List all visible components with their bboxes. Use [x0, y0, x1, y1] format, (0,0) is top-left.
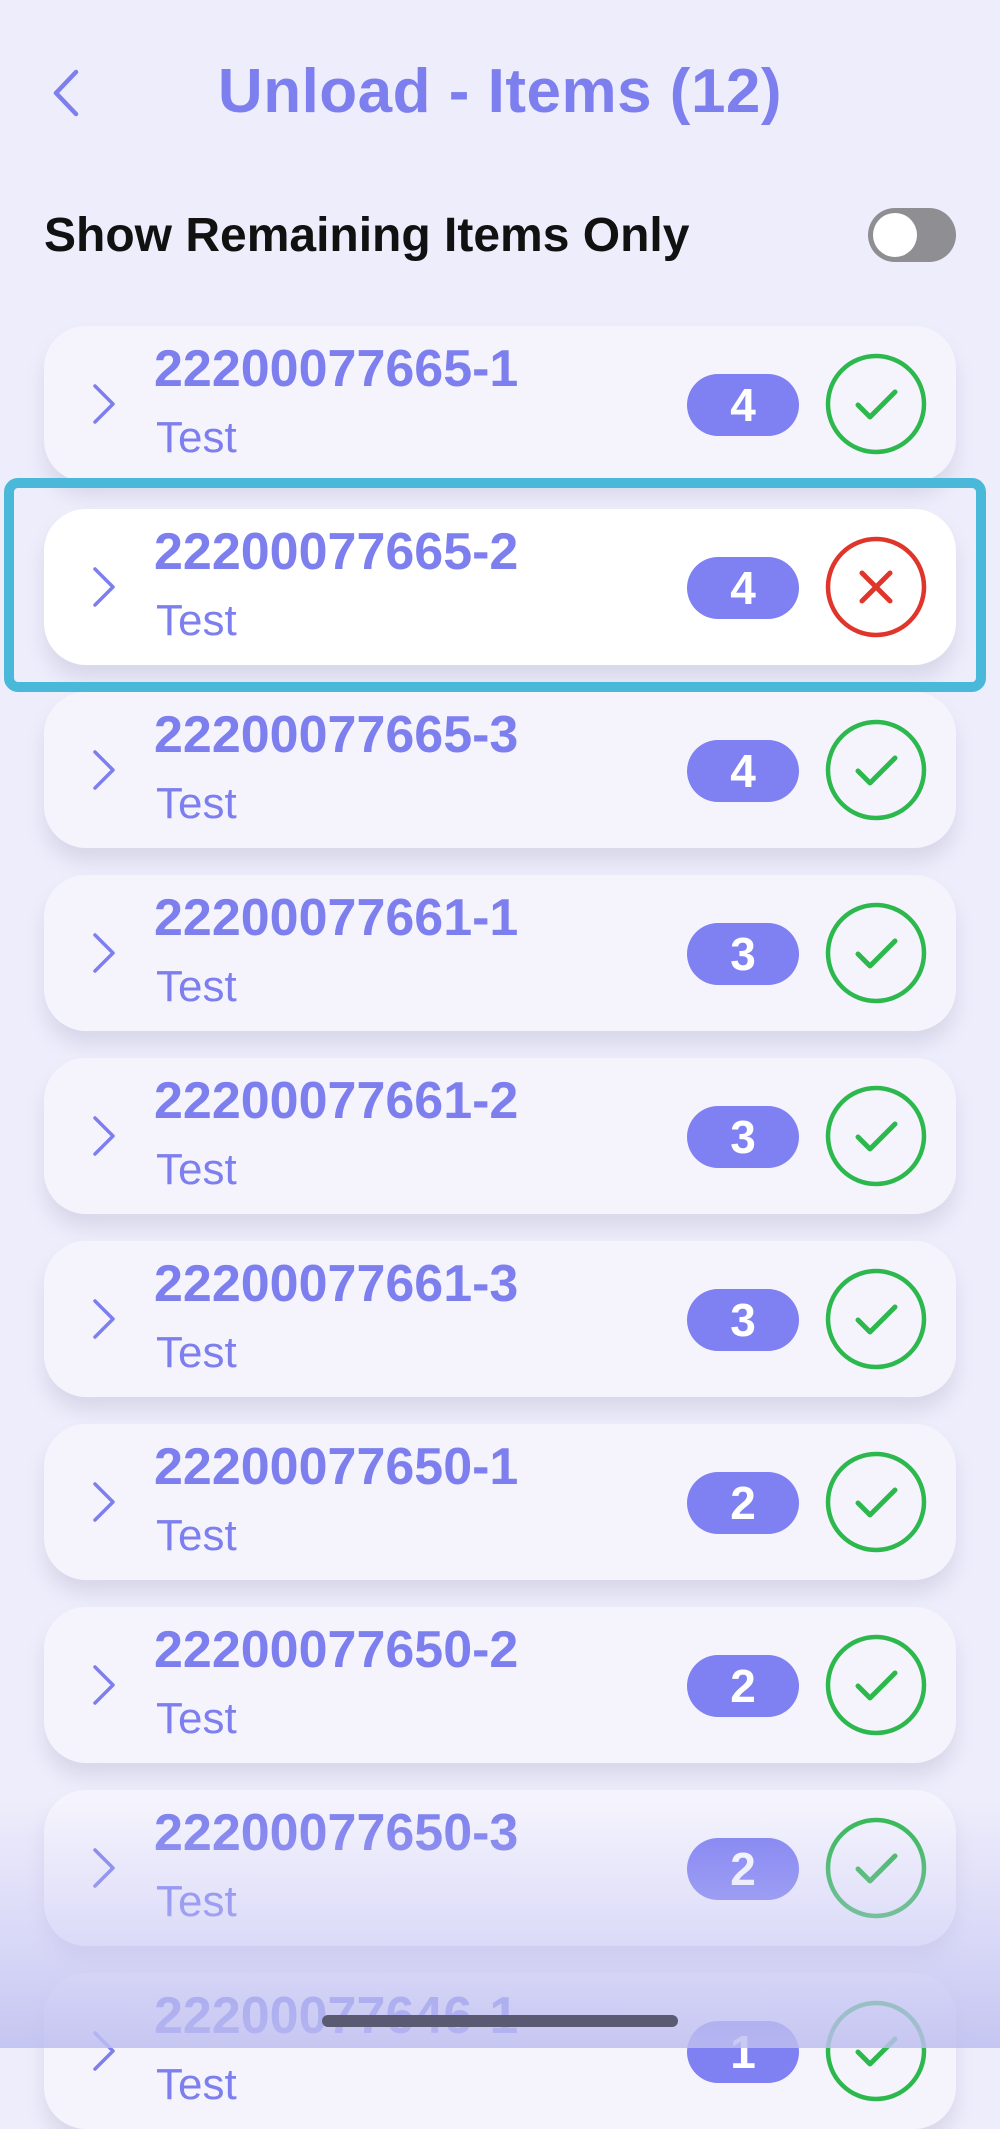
chevron-right-icon[interactable]	[84, 1838, 124, 1898]
list-item[interactable]: 22200077665-3 Test 4	[44, 692, 956, 848]
chevron-right-icon[interactable]	[84, 1289, 124, 1349]
item-id: 22200077650-2	[154, 1621, 519, 1679]
chevron-right-icon[interactable]	[84, 1106, 124, 1166]
item-subtitle: Test	[156, 1328, 237, 1377]
check-circle-icon[interactable]	[824, 718, 928, 822]
count-badge: 2	[687, 1838, 799, 1900]
chevron-right-icon[interactable]	[84, 740, 124, 800]
count-badge: 4	[687, 740, 799, 802]
item-subtitle: Test	[156, 962, 237, 1011]
item-subtitle: Test	[156, 2060, 237, 2109]
check-circle-icon[interactable]	[824, 1816, 928, 1920]
item-id: 22200077650-3	[154, 1804, 519, 1862]
count-badge: 3	[687, 1106, 799, 1168]
check-circle-icon[interactable]	[824, 1450, 928, 1554]
item-id: 22200077661-2	[154, 1072, 519, 1130]
list-item[interactable]: 22200077650-1 Test 2	[44, 1424, 956, 1580]
count-badge: 2	[687, 1655, 799, 1717]
count-badge: 4	[687, 557, 799, 619]
list-item[interactable]: 22200077650-2 Test 2	[44, 1607, 956, 1763]
item-id: 22200077665-2	[154, 523, 519, 581]
count-badge: 4	[687, 374, 799, 436]
list-item[interactable]: 22200077661-1 Test 3	[44, 875, 956, 1031]
check-circle-icon[interactable]	[824, 352, 928, 456]
item-id: 22200077665-3	[154, 706, 519, 764]
chevron-right-icon[interactable]	[84, 1472, 124, 1532]
item-subtitle: Test	[156, 1145, 237, 1194]
chevron-right-icon[interactable]	[84, 1655, 124, 1715]
count-badge: 1	[687, 2021, 799, 2083]
check-circle-icon[interactable]	[824, 1084, 928, 1188]
item-id: 22200077661-3	[154, 1255, 519, 1313]
check-circle-icon[interactable]	[824, 1999, 928, 2103]
item-subtitle: Test	[156, 1877, 237, 1926]
check-circle-icon[interactable]	[824, 1633, 928, 1737]
item-subtitle: Test	[156, 779, 237, 828]
chevron-right-icon[interactable]	[84, 923, 124, 983]
item-id: 22200077650-1	[154, 1438, 519, 1496]
list-item[interactable]: 22200077665-2 Test 4	[44, 509, 956, 665]
list-item[interactable]: 22200077650-3 Test 2	[44, 1790, 956, 1946]
count-badge: 3	[687, 923, 799, 985]
item-id: 22200077661-1	[154, 889, 519, 947]
item-subtitle: Test	[156, 596, 237, 645]
item-subtitle: Test	[156, 1694, 237, 1743]
chevron-right-icon[interactable]	[84, 557, 124, 617]
chevron-right-icon[interactable]	[84, 2021, 124, 2081]
list-item[interactable]: 22200077646-1Test1	[44, 1973, 956, 2129]
check-circle-icon[interactable]	[824, 1267, 928, 1371]
list-item[interactable]: 22200077661-3 Test 3	[44, 1241, 956, 1397]
list-item[interactable]: 22200077665-1 Test 4	[44, 326, 956, 482]
x-circle-icon[interactable]	[824, 535, 928, 639]
item-list: 22200077665-1 Test 4 22200077665-2 Test 4 2220…	[0, 0, 1000, 2129]
list-item[interactable]: 22200077661-2 Test 3	[44, 1058, 956, 1214]
home-indicator[interactable]	[322, 2015, 678, 2027]
count-badge: 3	[687, 1289, 799, 1351]
check-circle-icon[interactable]	[824, 901, 928, 1005]
item-subtitle: Test	[156, 413, 237, 462]
count-badge: 2	[687, 1472, 799, 1534]
chevron-right-icon[interactable]	[84, 374, 124, 434]
item-subtitle: Test	[156, 1511, 237, 1560]
item-id: 22200077665-1	[154, 340, 519, 398]
